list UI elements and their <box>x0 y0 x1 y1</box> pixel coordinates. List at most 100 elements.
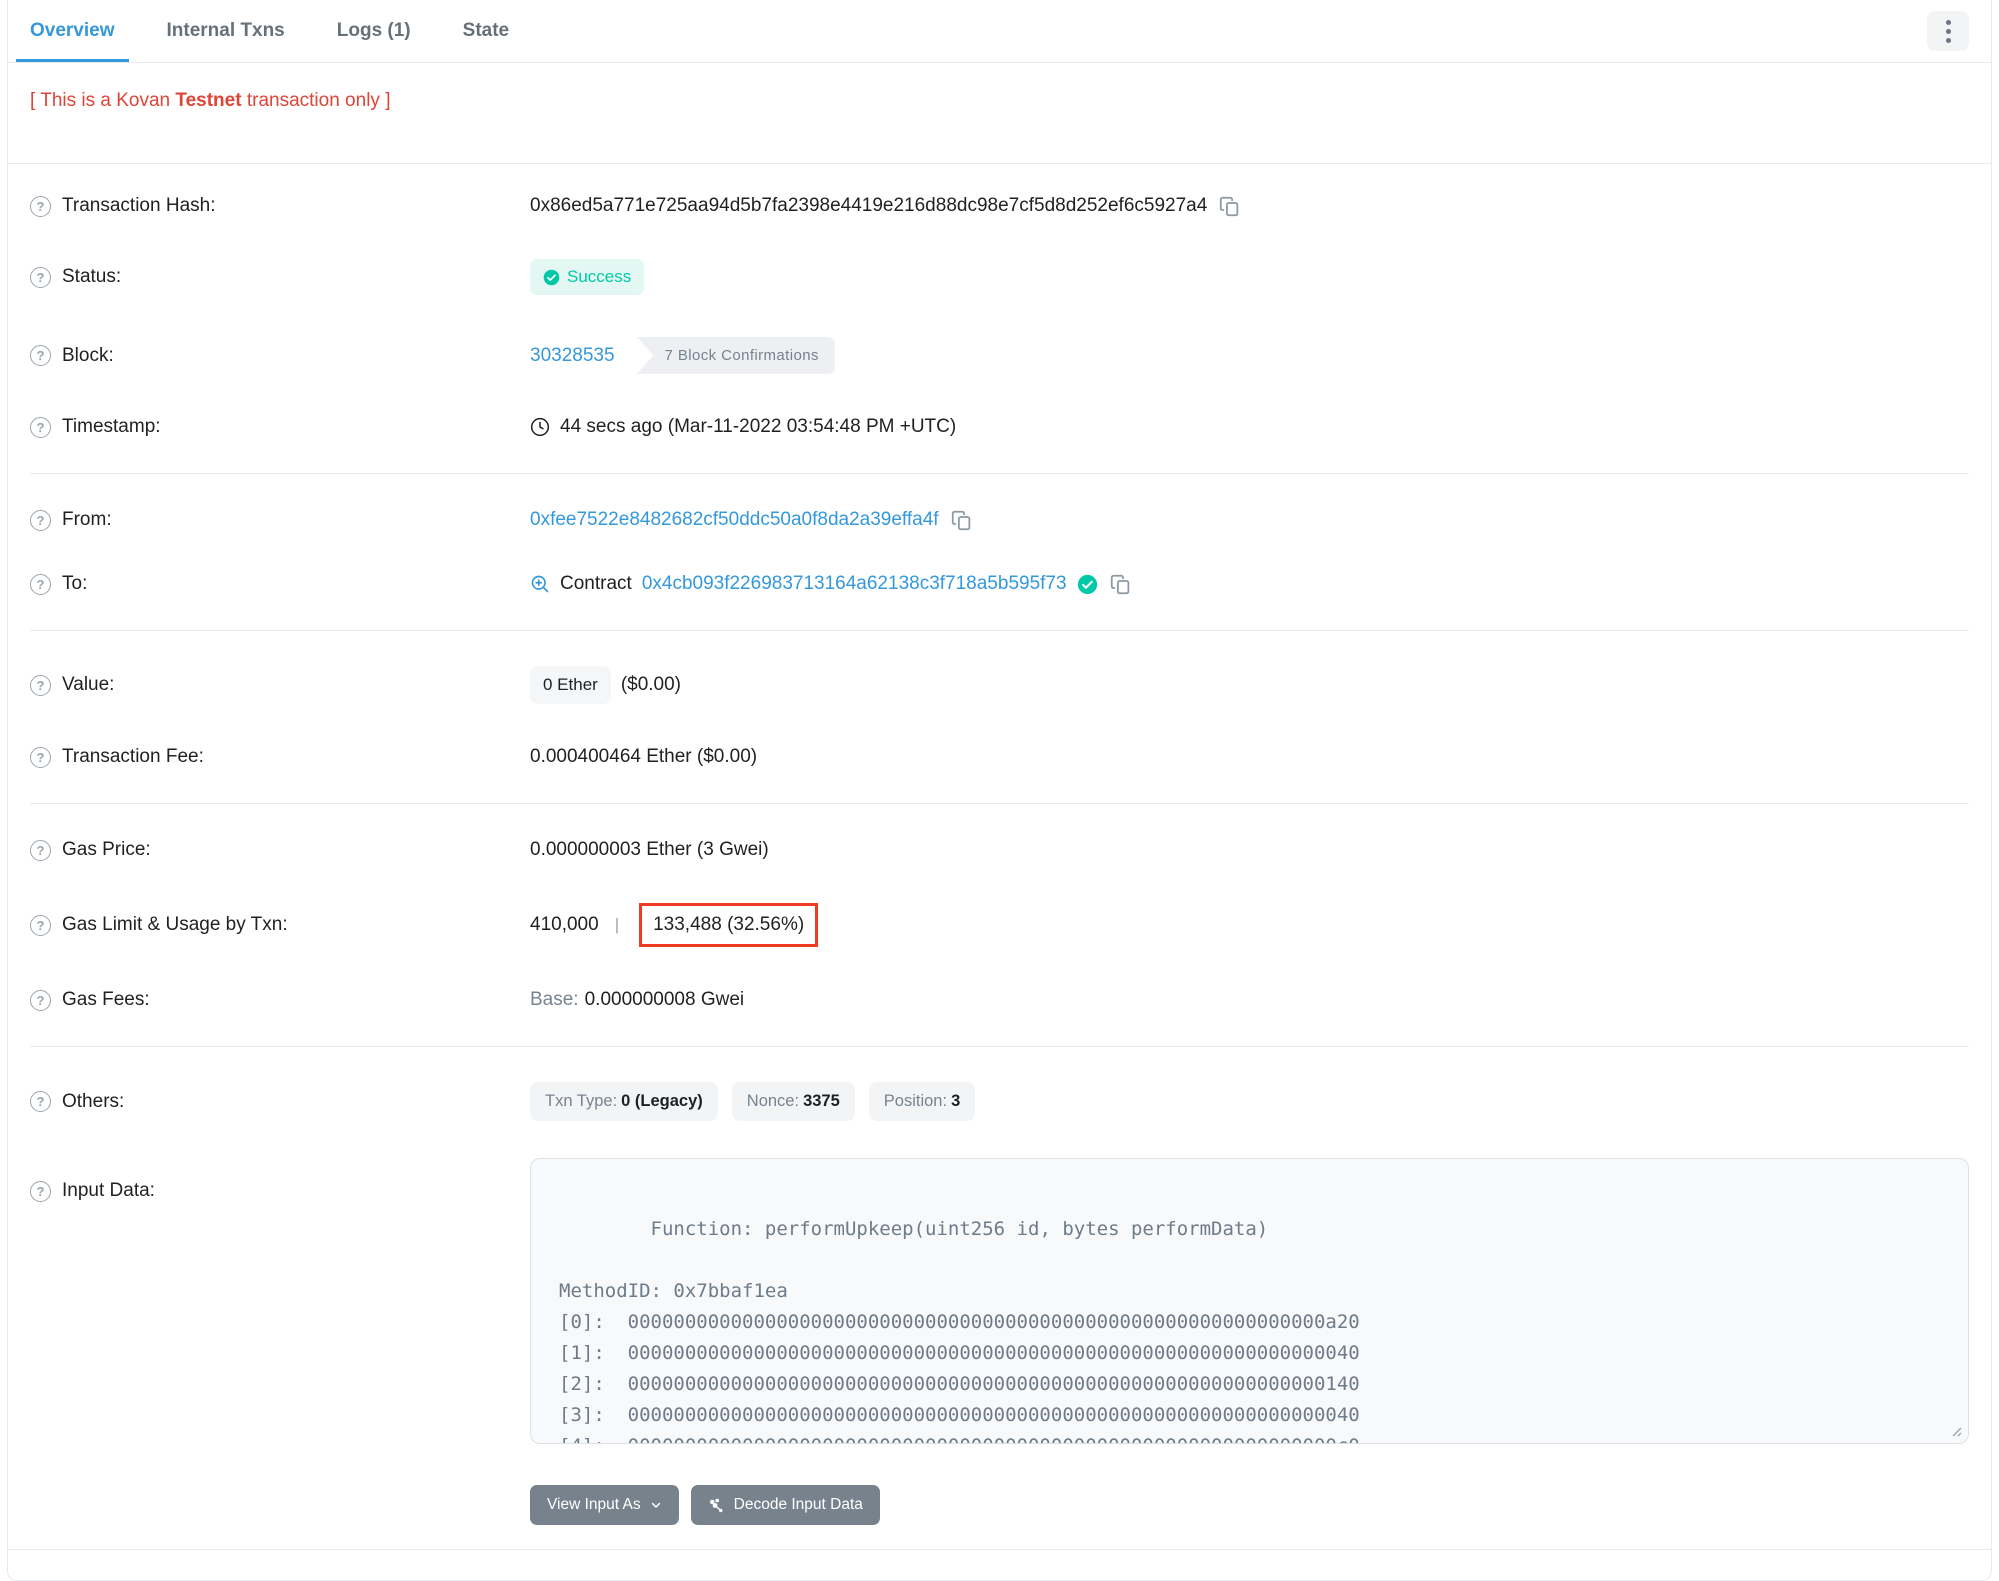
input-data-text: Function: performUpkeep(uint256 id, byte… <box>559 1218 1360 1443</box>
label-text: Input Data: <box>62 1180 155 1201</box>
nonce-badge: Nonce: 3375 <box>731 1082 855 1121</box>
divider <box>30 803 1969 804</box>
tab-overview[interactable]: Overview <box>16 0 129 62</box>
row-gas-limit-usage: ? Gas Limit & Usage by Txn: 410,000 | 13… <box>30 882 1969 968</box>
help-icon[interactable]: ? <box>30 345 51 366</box>
badge-value: 3 <box>951 1092 961 1110</box>
others-label: ? Others: <box>30 1091 530 1113</box>
decode-input-data-button[interactable]: Decode Input Data <box>690 1485 880 1525</box>
copy-hash-button[interactable] <box>1217 196 1242 217</box>
kebab-dot <box>1945 28 1951 34</box>
label-text: Gas Fees: <box>62 989 150 1010</box>
block-confirmations-badge: 7 Block Confirmations <box>636 337 835 374</box>
label-text: Gas Limit & Usage by Txn: <box>62 914 288 935</box>
timestamp-value: 44 secs ago (Mar-11-2022 03:54:48 PM +UT… <box>560 416 957 437</box>
row-block: ? Block: 30328535 7 Block Confirmations <box>30 316 1969 395</box>
to-address-link[interactable]: 0x4cb093f226983713164a62138c3f718a5b595f… <box>642 573 1067 595</box>
help-icon[interactable]: ? <box>30 266 51 288</box>
row-others: ? Others: Txn Type: 0 (Legacy) Nonce: 3375… <box>30 1061 1969 1142</box>
verified-contract-icon <box>1077 574 1097 594</box>
transaction-fee-value: 0.000400464 Ether ($0.00) <box>530 746 758 767</box>
row-status: ? Status: Success <box>30 238 1969 316</box>
row-gas-price: ? Gas Price: 0.000000003 Ether (3 Gwei) <box>30 818 1969 882</box>
gas-separator: | <box>614 915 620 934</box>
help-icon[interactable]: ? <box>30 914 51 936</box>
badge-value: 3375 <box>803 1092 840 1110</box>
tab-internal-txns[interactable]: Internal Txns <box>153 0 299 62</box>
row-transaction-hash: ? Transaction Hash: 0x86ed5a771e725aa94d… <box>30 174 1969 238</box>
label-text: Value: <box>62 674 115 695</box>
to-label: ? To: <box>30 573 530 595</box>
ether-value-badge: 0 Ether <box>530 666 611 704</box>
copy-icon <box>1110 574 1129 594</box>
label-text: To: <box>62 573 88 594</box>
button-label: View Input As <box>547 1496 641 1513</box>
status-text: Success <box>567 267 632 286</box>
testnet-notice: [ This is a Kovan Testnet transaction on… <box>8 63 1991 112</box>
row-value: ? Value: 0 Ether ($0.00) <box>30 645 1969 725</box>
row-transaction-fee: ? Transaction Fee: 0.000400464 Ether ($0… <box>30 725 1969 789</box>
label-text: From: <box>62 509 112 530</box>
view-input-as-button[interactable]: View Input As <box>530 1485 679 1525</box>
help-icon[interactable]: ? <box>30 746 51 768</box>
badge-label: Nonce: <box>746 1092 800 1110</box>
gas-price-value: 0.000000003 Ether (3 Gwei) <box>530 839 769 860</box>
copy-icon <box>1220 196 1239 216</box>
usd-value: ($0.00) <box>620 674 682 695</box>
annotation-highlight-box: 133,488 (32.56%) <box>639 903 819 947</box>
status-badge: Success <box>530 259 645 295</box>
tab-logs[interactable]: Logs (1) <box>323 0 425 62</box>
check-circle-icon <box>543 269 560 285</box>
help-icon[interactable]: ? <box>30 674 51 696</box>
row-from: ? From: 0xfee7522e8482682cf50ddc50a0f8da… <box>30 488 1969 552</box>
badge-value: 0 (Legacy) <box>621 1092 703 1110</box>
transaction-hash-label: ? Transaction Hash: <box>30 195 530 217</box>
input-data-textarea[interactable]: Function: performUpkeep(uint256 id, byte… <box>530 1158 1969 1444</box>
testnet-notice-prefix: [ This is a Kovan <box>30 90 176 111</box>
label-text: Gas Price: <box>62 839 151 860</box>
label-text: Transaction Fee: <box>62 746 204 767</box>
kebab-dot <box>1945 19 1951 25</box>
status-label: ? Status: <box>30 266 530 288</box>
help-icon[interactable]: ? <box>30 1091 51 1112</box>
copy-icon <box>951 510 970 530</box>
badge-label: Position: <box>883 1092 948 1110</box>
help-icon[interactable]: ? <box>30 195 51 217</box>
row-to: ? To: Contract 0x4cb093f226983713164a621… <box>30 552 1969 616</box>
from-label: ? From: <box>30 509 530 531</box>
chevron-down-icon <box>651 1502 660 1508</box>
badge-label: Txn Type: <box>545 1092 618 1110</box>
txn-type-badge: Txn Type: 0 (Legacy) <box>530 1082 718 1121</box>
resize-handle-icon[interactable] <box>1948 1423 1962 1437</box>
clock-icon <box>530 417 550 437</box>
transaction-overview-card: Overview Internal Txns Logs (1) State [ … <box>7 0 1992 1581</box>
help-icon[interactable]: ? <box>30 573 51 595</box>
label-text: Block: <box>62 344 114 366</box>
help-icon[interactable]: ? <box>30 989 51 1011</box>
label-text: Others: <box>62 1090 125 1112</box>
input-data-label: ? Input Data: <box>30 1158 530 1202</box>
copy-from-address-button[interactable] <box>949 510 974 531</box>
label-text: Status: <box>62 266 122 287</box>
tab-state[interactable]: State <box>449 0 523 62</box>
from-address-link[interactable]: 0xfee7522e8482682cf50ddc50a0f8da2a39effa… <box>530 509 939 531</box>
tab-bar: Overview Internal Txns Logs (1) State <box>8 0 1991 63</box>
row-input-data: ? Input Data: Function: performUpkeep(ui… <box>30 1142 1969 1465</box>
help-icon[interactable]: ? <box>30 839 51 861</box>
label-text: Transaction Hash: <box>62 195 216 216</box>
timestamp-label: ? Timestamp: <box>30 416 530 438</box>
block-number-link[interactable]: 30328535 <box>530 345 615 367</box>
more-options-button[interactable] <box>1927 11 1969 51</box>
gas-price-label: ? Gas Price: <box>30 839 530 861</box>
transaction-hash-value: 0x86ed5a771e725aa94d5b7fa2398e4419e216d8… <box>530 195 1208 216</box>
testnet-notice-suffix: transaction only ] <box>241 90 391 111</box>
gas-usage-value: 133,488 (32.56%) <box>653 914 805 935</box>
zoom-in-icon[interactable] <box>530 574 550 594</box>
base-fee-label: Base: <box>530 989 579 1010</box>
row-gas-fees: ? Gas Fees: Base: 0.000000008 Gwei <box>30 968 1969 1032</box>
copy-to-address-button[interactable] <box>1108 574 1133 595</box>
help-icon[interactable]: ? <box>30 509 51 531</box>
decode-icon <box>709 1498 723 1512</box>
help-icon[interactable]: ? <box>30 416 51 438</box>
help-icon[interactable]: ? <box>30 1180 51 1202</box>
